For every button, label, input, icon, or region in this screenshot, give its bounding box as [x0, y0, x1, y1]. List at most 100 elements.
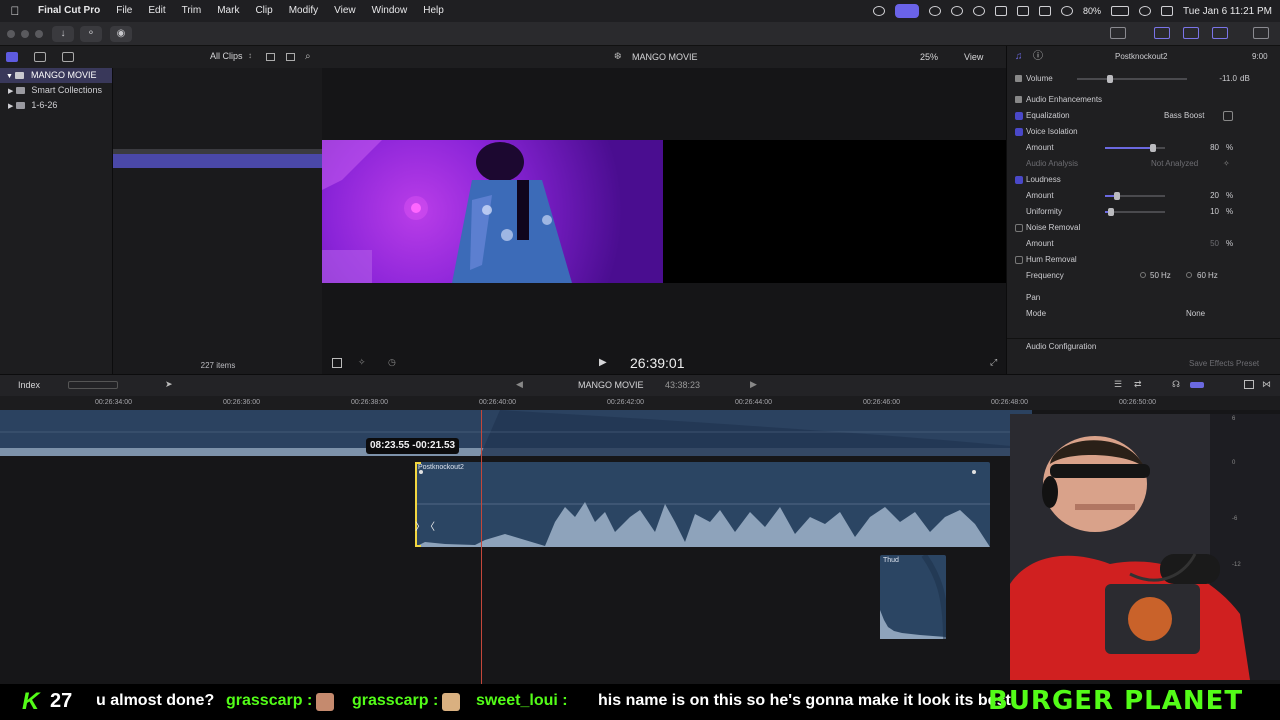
menu-clip[interactable]: Clip	[247, 0, 280, 22]
volume-icon[interactable]	[995, 6, 1008, 16]
search-icon[interactable]	[1139, 6, 1152, 16]
loudness-checkbox[interactable]	[1015, 176, 1023, 184]
titles-generators-icon[interactable]	[62, 52, 74, 62]
show-browser-icon[interactable]	[1154, 27, 1170, 39]
libraries-icon[interactable]	[6, 52, 18, 62]
info-inspector-icon[interactable]: ⓘ	[1033, 49, 1043, 65]
voice-isolation-checkbox[interactable]	[1015, 128, 1023, 136]
speed-icon[interactable]: ◷	[388, 357, 396, 368]
zoom-dropdown[interactable]: 25%	[920, 52, 938, 62]
video-preview[interactable]	[322, 140, 663, 283]
library-item[interactable]: ▼ MANGO MOVIE	[0, 68, 112, 83]
fullscreen-icon[interactable]: ⤢	[990, 357, 997, 368]
view-dropdown[interactable]: View	[964, 52, 983, 62]
wifi-icon[interactable]	[1061, 6, 1074, 16]
play-button[interactable]: ▶	[599, 357, 607, 368]
control-center-icon[interactable]	[1161, 6, 1174, 16]
primary-storyline-audio[interactable]	[0, 410, 1032, 456]
equalization-dropdown[interactable]: Bass Boost	[1164, 108, 1204, 124]
back-arrow-icon[interactable]: ◀	[516, 379, 523, 390]
uniformity-value[interactable]: 10	[1210, 204, 1219, 220]
timeline-ruler[interactable]: 00:26:34:00 00:26:36:00 00:26:38:00 00:2…	[0, 396, 1280, 410]
minimize-window-icon[interactable]	[21, 30, 29, 38]
zoom-window-icon[interactable]	[35, 30, 43, 38]
clip-filter-dropdown[interactable]: All Clips	[210, 51, 243, 61]
freq-50-value[interactable]: 50	[1150, 268, 1159, 284]
forward-arrow-icon[interactable]: ▶	[750, 379, 757, 390]
photos-audio-icon[interactable]	[34, 52, 46, 62]
smart-collections-item[interactable]: ▶ Smart Collections	[0, 83, 112, 98]
transform-icon[interactable]	[332, 358, 342, 368]
menu-help[interactable]: Help	[415, 0, 452, 22]
noise-amount-value[interactable]: 50	[1210, 236, 1219, 252]
skimming-icon[interactable]	[1190, 382, 1204, 388]
headphones-icon[interactable]: ☊	[1172, 379, 1180, 390]
timecode-display[interactable]: 26:39:01	[630, 355, 685, 371]
audio-config-label[interactable]: Audio Configuration	[1026, 339, 1096, 355]
apple-icon[interactable]: 	[0, 4, 30, 18]
disclosure-right-icon[interactable]: ▶	[8, 103, 13, 110]
clip-appearance-icon[interactable]	[266, 53, 275, 61]
audio-clip-thud[interactable]: Thud	[880, 555, 946, 639]
keywords-button[interactable]: ⚬	[80, 26, 102, 42]
creative-cloud-icon[interactable]	[873, 6, 886, 16]
close-window-icon[interactable]	[7, 30, 15, 38]
save-effects-preset-button[interactable]: Save Effects Preset	[1189, 356, 1259, 372]
vi-amount-value[interactable]: 80	[1210, 140, 1219, 156]
freq-60-value[interactable]: 60	[1197, 268, 1206, 284]
clip-appearance-icon[interactable]: ☰	[1114, 379, 1122, 390]
timeline-project-name[interactable]: MANGO MOVIE	[578, 380, 644, 390]
menu-window[interactable]: Window	[364, 0, 416, 22]
menu-mark[interactable]: Mark	[209, 0, 247, 22]
effects-browser-icon[interactable]	[1244, 380, 1254, 389]
vi-amount-knob[interactable]	[1150, 144, 1156, 152]
magic-wand-icon[interactable]: ✧	[1223, 156, 1230, 172]
uniformity-slider[interactable]	[1105, 211, 1165, 213]
enhance-icon[interactable]: ✧	[358, 357, 366, 368]
hum-removal-checkbox[interactable]	[1015, 256, 1023, 264]
audio-clip-postknockout2[interactable]: Postknockout2 〉〈	[415, 462, 990, 547]
play-icon[interactable]	[973, 6, 986, 16]
freq-60-radio[interactable]	[1186, 272, 1192, 278]
uniformity-knob[interactable]	[1108, 208, 1114, 216]
loudness-amount-value[interactable]: 20	[1210, 188, 1219, 204]
menu-view[interactable]: View	[326, 0, 364, 22]
menu-trim[interactable]: Trim	[174, 0, 210, 22]
clip-filmstrip[interactable]	[113, 154, 323, 168]
battery-icon[interactable]	[1111, 6, 1130, 16]
show-timeline-icon[interactable]	[1183, 27, 1199, 39]
playhead[interactable]	[481, 410, 482, 684]
screen-record-icon[interactable]	[895, 4, 920, 18]
pan-mode-dropdown[interactable]: None	[1186, 306, 1205, 322]
noise-removal-checkbox[interactable]	[1015, 224, 1023, 232]
equalization-checkbox[interactable]	[1015, 112, 1023, 120]
list-view-icon[interactable]	[286, 53, 295, 61]
sync-icon[interactable]	[929, 6, 942, 16]
index-button[interactable]: Index	[18, 380, 40, 390]
snapping-icon[interactable]: ⇄	[1134, 379, 1142, 390]
search-icon[interactable]: ⌕	[305, 51, 311, 62]
globe-icon[interactable]	[951, 6, 964, 16]
display-icon[interactable]	[1017, 6, 1030, 16]
volume-slider[interactable]	[1077, 78, 1187, 80]
menu-file[interactable]: File	[108, 0, 140, 22]
eq-graph-icon[interactable]	[1223, 111, 1233, 121]
menu-modify[interactable]: Modify	[281, 0, 326, 22]
audio-inspector-icon[interactable]: ♫	[1015, 49, 1023, 65]
share-layout-icon[interactable]	[1110, 27, 1126, 39]
import-button[interactable]: ↓	[52, 26, 74, 42]
share-icon[interactable]	[1253, 27, 1269, 39]
freq-50-radio[interactable]	[1140, 272, 1146, 278]
select-tool-icon[interactable]: ➤	[165, 379, 173, 390]
volume-value[interactable]: -11.0	[1219, 71, 1237, 87]
loudness-amount-knob[interactable]	[1114, 192, 1120, 200]
disclosure-down-icon[interactable]: ▼	[6, 73, 13, 80]
menu-app-name[interactable]: Final Cut Pro	[30, 0, 108, 22]
show-inspector-icon[interactable]	[1212, 27, 1228, 39]
clock[interactable]: Tue Jan 6 11:21 PM	[1183, 6, 1272, 17]
disclosure-right-icon[interactable]: ▶	[8, 88, 13, 95]
volume-slider-knob[interactable]	[1107, 75, 1113, 83]
edit-buttons-group[interactable]	[68, 381, 118, 389]
background-tasks-button[interactable]: ◉	[110, 26, 132, 42]
bluetooth-icon[interactable]	[1039, 6, 1052, 16]
